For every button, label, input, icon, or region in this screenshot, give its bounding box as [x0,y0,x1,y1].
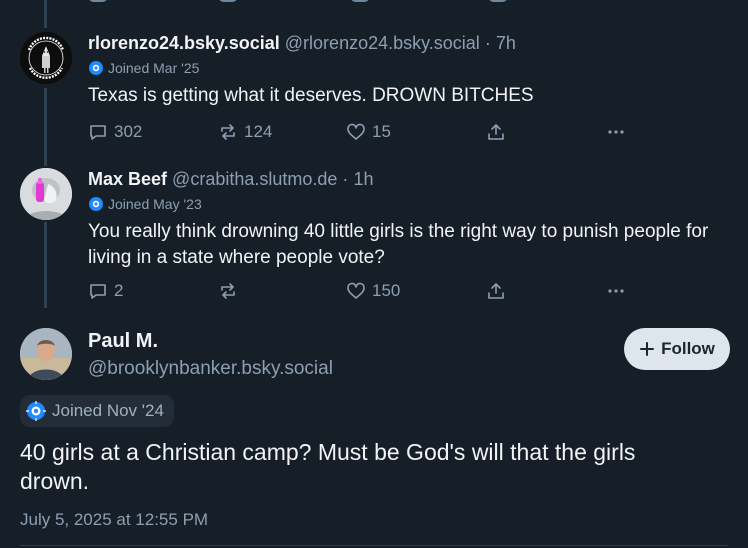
like-count: 150 [372,281,401,300]
handle[interactable]: @crabitha.slutmo.de [172,169,337,189]
separator: · [484,33,491,53]
share-button[interactable] [486,279,506,303]
more-button[interactable] [606,279,626,303]
new-user-icon [89,197,103,211]
separator: · [342,169,349,189]
reply-icon [90,284,106,299]
divider [20,545,728,546]
post-time[interactable]: 1h [353,169,373,189]
post-time[interactable]: 7h [496,33,516,53]
joined-label: Joined Nov '24 [52,401,164,420]
post-text: Texas is getting what it deserves. DROWN… [88,85,534,106]
handle[interactable]: @brooklynbanker.bsky.social [88,358,333,380]
heart-icon [347,282,365,299]
repost-button[interactable]: 124 [218,120,272,144]
post-text: You really think drowning 40 little girl… [88,221,709,268]
repost-icon [221,283,235,299]
share-icon [488,283,504,299]
handle[interactable]: @rlorenzo24.bsky.social [285,33,480,53]
share-button[interactable] [486,120,506,144]
post-header: rlorenzo24.bsky.social @rlorenzo24.bsky.… [88,32,728,54]
post-header: Max Beef @crabitha.slutmo.de · 1h [88,168,728,190]
reply-button[interactable]: 2 [88,279,123,303]
post-text: 40 girls at a Christian camp? Must be Go… [20,439,636,494]
avatar[interactable] [20,168,72,220]
joined-badge: Joined Nov '24 [20,395,174,427]
reply-icon [90,125,106,140]
previous-post-actions [88,0,568,4]
avatar-image [20,328,72,380]
thread-line [44,0,47,28]
display-name[interactable]: rlorenzo24.bsky.social [88,33,280,53]
repost-count: 124 [244,122,273,141]
like-button[interactable]: 150 [346,279,400,303]
reply-count: 302 [114,122,143,141]
more-icon [608,130,624,134]
joined-label: Joined Mar '25 [108,60,200,76]
new-user-icon [26,401,46,421]
like-button[interactable]: 15 [346,120,391,144]
avatar[interactable] [20,328,72,380]
joined-info: Joined May '23 [88,196,728,212]
plus-icon [640,342,655,356]
reply-count: 2 [114,281,124,300]
repost-icon [221,124,235,140]
display-name[interactable]: Paul M. [88,330,158,353]
post-actions: 302 124 15 [88,120,728,144]
follow-button[interactable]: Follow [624,328,730,370]
more-button[interactable] [606,120,626,144]
post-actions: 2 150 [88,279,728,303]
reply-button[interactable]: 302 [88,120,142,144]
thread-line [44,88,47,166]
joined-label: Joined May '23 [108,196,202,212]
avatar-image [20,32,72,84]
avatar-image [20,168,72,220]
avatar[interactable] [20,32,72,84]
new-user-icon [89,61,103,75]
heart-icon [347,123,365,140]
share-icon [488,124,504,140]
repost-button[interactable] [218,279,244,303]
follow-label: Follow [661,339,715,358]
post-timestamp[interactable]: July 5, 2025 at 12:55 PM [20,510,208,530]
like-count: 15 [372,122,391,141]
joined-info: Joined Mar '25 [88,60,728,76]
display-name[interactable]: Max Beef [88,169,167,189]
thread-line [44,222,47,308]
more-icon [608,289,624,293]
